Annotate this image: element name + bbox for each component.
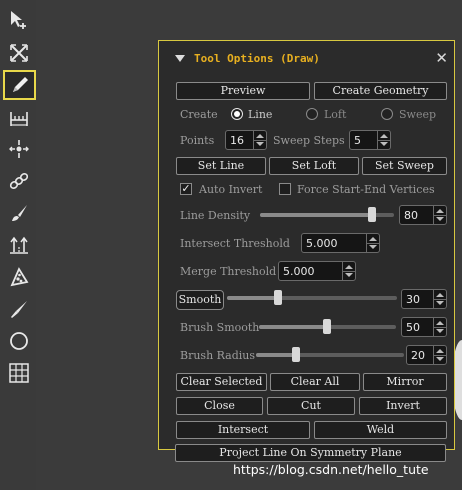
create-label: Create (180, 108, 218, 121)
sweep-steps-label: Sweep Steps (273, 134, 345, 147)
cut-button[interactable]: Cut (267, 397, 355, 415)
line-density-slider[interactable] (260, 207, 394, 222)
extrude-arrows-icon[interactable] (4, 230, 34, 260)
radio-loft-label: Loft (324, 108, 347, 121)
brush-radius-value[interactable]: 20 (406, 345, 447, 365)
left-toolbar (0, 0, 36, 490)
intersect-threshold-field[interactable]: 5.000 (301, 233, 380, 253)
chain-links-icon[interactable] (4, 166, 34, 196)
brush-smooth-label: Brush Smooth (180, 321, 260, 334)
project-symmetry-button[interactable]: Project Line On Symmetry Plane (175, 444, 446, 462)
set-loft-button[interactable]: Set Loft (269, 157, 359, 175)
panel-title: Tool Options (Draw) (194, 51, 320, 65)
line-density-value[interactable]: 80 (399, 205, 447, 225)
cross-arrows-icon[interactable] (4, 38, 34, 68)
radio-line-label: Line (248, 108, 273, 121)
brush-radius-label: Brush Radius (180, 349, 256, 362)
preview-button[interactable]: Preview (176, 82, 310, 100)
weld-button[interactable]: Weld (314, 421, 447, 439)
smooth-value[interactable]: 30 (401, 289, 447, 309)
knife-icon[interactable] (4, 294, 34, 324)
ruler-measure-icon[interactable] (4, 102, 34, 132)
points-stepper[interactable]: 16 (225, 130, 267, 150)
force-start-end-checkbox[interactable] (279, 183, 291, 195)
intersect-threshold-label: Intersect Threshold (180, 237, 290, 250)
auto-invert-checkbox[interactable]: ✓ (180, 183, 192, 195)
set-line-button[interactable]: Set Line (176, 157, 266, 175)
brush-icon[interactable] (4, 198, 34, 228)
collapse-triangle-icon[interactable] (175, 54, 185, 62)
smooth-slider[interactable] (227, 290, 397, 305)
invert-button[interactable]: Invert (359, 397, 447, 415)
move-point-icon[interactable] (4, 134, 34, 164)
sweep-steps-stepper[interactable]: 5 (349, 130, 391, 150)
radio-loft[interactable] (306, 108, 318, 120)
points-label: Points (180, 134, 215, 147)
radio-sweep[interactable] (381, 108, 393, 120)
mirror-button[interactable]: Mirror (363, 373, 447, 391)
close-button[interactable]: Close (176, 397, 263, 415)
merge-threshold-label: Merge Threshold (180, 265, 277, 278)
grid-icon[interactable] (4, 358, 34, 388)
set-sweep-button[interactable]: Set Sweep (362, 157, 447, 175)
clear-all-button[interactable]: Clear All (270, 373, 360, 391)
create-geometry-button[interactable]: Create Geometry (314, 82, 447, 100)
auto-invert-label: Auto Invert (199, 183, 263, 196)
force-start-end-label: Force Start-End Vertices (297, 183, 435, 196)
line-density-label: Line Density (180, 209, 251, 222)
circle-icon[interactable] (4, 326, 34, 356)
pizza-slice-icon[interactable] (4, 262, 34, 292)
brush-radius-slider[interactable] (256, 347, 404, 362)
intersect-button[interactable]: Intersect (176, 421, 310, 439)
smooth-button[interactable]: Smooth (176, 290, 224, 310)
close-icon[interactable]: ✕ (435, 50, 448, 66)
clear-selected-button[interactable]: Clear Selected (176, 373, 267, 391)
radio-line[interactable] (231, 108, 243, 120)
radio-sweep-label: Sweep (399, 108, 437, 121)
pencil-draw-icon[interactable] (3, 70, 36, 100)
panel-header[interactable]: Tool Options (Draw) ✕ (159, 41, 454, 75)
merge-threshold-field[interactable]: 5.000 (278, 261, 356, 281)
select-add-arrow-icon[interactable] (4, 5, 34, 35)
watermark-text: https://blog.csdn.net/hello_tute (233, 462, 429, 477)
brush-smooth-value[interactable]: 50 (401, 317, 447, 337)
brush-smooth-slider[interactable] (259, 319, 396, 334)
tool-options-panel: Tool Options (Draw) ✕ Preview Create Geo… (158, 40, 455, 450)
